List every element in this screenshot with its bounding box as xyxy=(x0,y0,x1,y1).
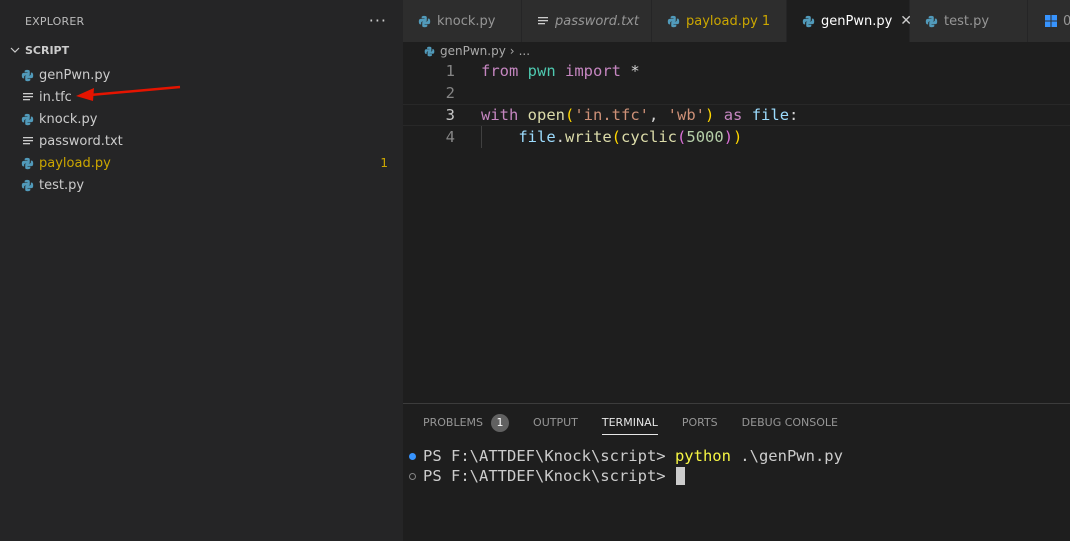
more-actions-icon[interactable]: ··· xyxy=(369,13,387,29)
terminal-line: PS F:\ATTDEF\Knock\script> xyxy=(409,466,1070,486)
tab-partial[interactable]: 0 xyxy=(1028,0,1070,42)
panel-tabs: PROBLEMS 1 OUTPUT TERMINAL PORTS DEBUG CO… xyxy=(403,404,1070,441)
python-icon xyxy=(21,113,34,126)
file-name: test.py xyxy=(39,177,85,193)
file-name: genPwn.py xyxy=(39,67,111,83)
line-number: 1 xyxy=(445,62,455,80)
code-text: from pwn import * xyxy=(481,62,640,80)
file-item-knock[interactable]: knock.py xyxy=(0,108,403,130)
python-icon xyxy=(925,15,938,28)
line-number: 3 xyxy=(445,106,455,124)
tab-label: knock.py xyxy=(437,13,496,29)
tab-label: payload.py 1 xyxy=(686,13,771,29)
tab-debug-console[interactable]: DEBUG CONSOLE xyxy=(742,404,838,441)
tab-test[interactable]: test.py xyxy=(910,0,1028,42)
breadcrumb-more[interactable]: ... xyxy=(519,44,530,58)
tab-label: 0 xyxy=(1063,13,1070,29)
tab-terminal[interactable]: TERMINAL xyxy=(601,404,658,441)
chevron-down-icon xyxy=(10,47,20,53)
python-icon xyxy=(802,15,815,28)
tab-output[interactable]: OUTPUT xyxy=(533,404,578,441)
chevron-right-icon: › xyxy=(509,44,515,58)
breadcrumb-file[interactable]: genPwn.py xyxy=(440,44,506,58)
explorer-title: EXPLORER xyxy=(25,14,85,28)
red-arrow-annotation xyxy=(76,85,181,101)
terminal-line: PS F:\ATTDEF\Knock\script> python .\genP… xyxy=(409,446,1070,466)
code-line-4: 4 file.write(cyclic(5000)) xyxy=(403,126,1070,148)
python-icon xyxy=(21,157,34,170)
windows-icon xyxy=(1044,15,1057,28)
folder-script[interactable]: SCRIPT xyxy=(0,42,403,58)
tab-knock[interactable]: knock.py xyxy=(403,0,522,42)
file-name: in.tfc xyxy=(39,89,72,105)
tab-problems[interactable]: PROBLEMS 1 xyxy=(423,404,510,441)
code-line-1: 1 from pwn import * xyxy=(403,60,1070,82)
terminal-prompt: PS F:\ATTDEF\Knock\script> xyxy=(423,447,675,465)
code-line-2: 2 xyxy=(403,82,1070,104)
command-pending-icon xyxy=(409,472,416,480)
tab-ports[interactable]: PORTS xyxy=(682,404,718,441)
command-success-icon xyxy=(409,452,416,460)
explorer-sidebar: EXPLORER ··· SCRIPT genPwn.py in.tfc kno… xyxy=(0,0,403,541)
file-item-password[interactable]: password.txt xyxy=(0,130,403,152)
tab-password[interactable]: password.txt xyxy=(522,0,652,42)
code-text: file.write(cyclic(5000)) xyxy=(518,128,743,146)
tab-label: genPwn.py xyxy=(821,13,893,29)
file-name: knock.py xyxy=(39,111,98,127)
file-item-genpwn[interactable]: genPwn.py xyxy=(0,64,403,86)
file-list: genPwn.py in.tfc knock.py password.txt p… xyxy=(0,64,403,196)
folder-label: SCRIPT xyxy=(25,43,70,57)
tab-label: test.py xyxy=(944,13,990,29)
editor-tabs: knock.py password.txt payload.py 1 genPw… xyxy=(403,0,1070,42)
explorer-header: EXPLORER ··· xyxy=(0,0,403,42)
python-icon xyxy=(418,15,431,28)
text-file-icon xyxy=(21,91,34,104)
text-file-icon xyxy=(537,15,549,28)
code-text: with open('in.tfc', 'wb') as file: xyxy=(481,106,799,124)
python-icon xyxy=(21,69,34,82)
line-number: 4 xyxy=(445,128,455,146)
breadcrumb: genPwn.py › ... xyxy=(403,42,1070,60)
file-item-test[interactable]: test.py xyxy=(0,174,403,196)
bottom-panel: PROBLEMS 1 OUTPUT TERMINAL PORTS DEBUG CO… xyxy=(403,403,1070,541)
python-icon xyxy=(667,15,680,28)
terminal-args: .\genPwn.py xyxy=(730,447,843,465)
python-icon xyxy=(21,179,34,192)
file-item-in-tfc[interactable]: in.tfc xyxy=(0,86,403,108)
file-name: payload.py xyxy=(39,155,111,171)
tab-genpwn[interactable]: genPwn.py ✕ xyxy=(787,0,912,42)
terminal-command: python xyxy=(674,447,731,465)
tab-payload[interactable]: payload.py 1 xyxy=(652,0,787,42)
text-file-icon xyxy=(21,135,34,148)
terminal-output[interactable]: PS F:\ATTDEF\Knock\script> python .\genP… xyxy=(403,446,1070,486)
code-editor[interactable]: 1 from pwn import * 2 3 with open('in.tf… xyxy=(403,60,1070,403)
problems-badge: 1 xyxy=(491,413,510,432)
python-icon xyxy=(424,46,435,57)
terminal-prompt: PS F:\ATTDEF\Knock\script> xyxy=(423,467,675,485)
terminal-cursor xyxy=(675,467,685,485)
tab-label: password.txt xyxy=(555,13,639,29)
file-name: password.txt xyxy=(39,133,123,149)
line-number: 2 xyxy=(445,84,455,102)
problem-count-badge: 1 xyxy=(380,156,388,170)
code-line-3: 3 with open('in.tfc', 'wb') as file: xyxy=(403,104,1070,126)
indent-guide xyxy=(481,126,482,148)
file-item-payload[interactable]: payload.py 1 xyxy=(0,152,403,174)
